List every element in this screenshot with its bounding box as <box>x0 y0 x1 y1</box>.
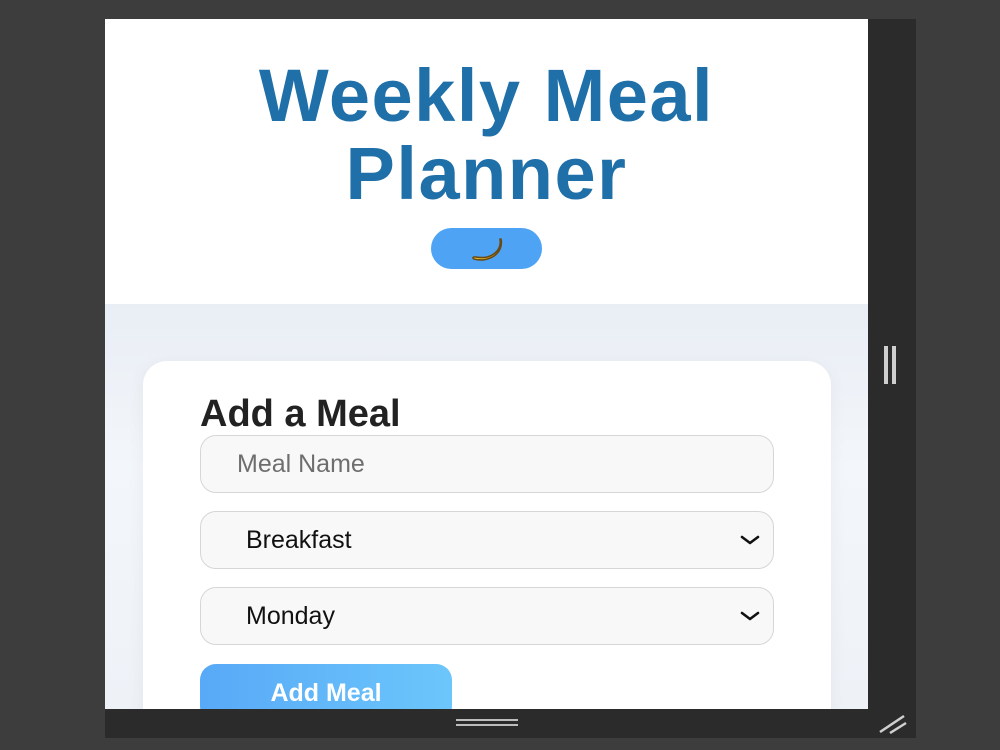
corner-resize-grip-icon[interactable] <box>876 712 908 734</box>
theme-toggle-button[interactable] <box>431 228 542 269</box>
meal-name-input[interactable]: Meal Name <box>200 435 774 493</box>
page-header: Weekly Meal Planner <box>105 19 868 304</box>
app-viewport: Weekly Meal Planner Add a Meal Meal Name… <box>105 19 868 709</box>
meal-name-placeholder: Meal Name <box>237 449 365 478</box>
add-meal-button[interactable]: Add Meal <box>200 664 452 709</box>
add-meal-card: Add a Meal Meal Name Breakfast Monday Ad… <box>143 361 831 709</box>
bottom-resize-handle[interactable] <box>456 719 518 727</box>
chevron-down-icon <box>740 611 760 621</box>
day-select[interactable]: Monday <box>200 587 774 645</box>
chevron-down-icon <box>740 535 760 545</box>
day-value: Monday <box>246 601 335 630</box>
meal-type-select[interactable]: Breakfast <box>200 511 774 569</box>
side-resize-handle[interactable] <box>882 346 898 384</box>
add-meal-heading: Add a Meal <box>200 393 401 435</box>
banana-moon-icon <box>471 237 502 261</box>
meal-type-value: Breakfast <box>246 525 352 554</box>
title-line-2: Planner <box>345 132 628 215</box>
page-title: Weekly Meal Planner <box>105 57 868 213</box>
title-line-1: Weekly Meal <box>258 54 715 137</box>
